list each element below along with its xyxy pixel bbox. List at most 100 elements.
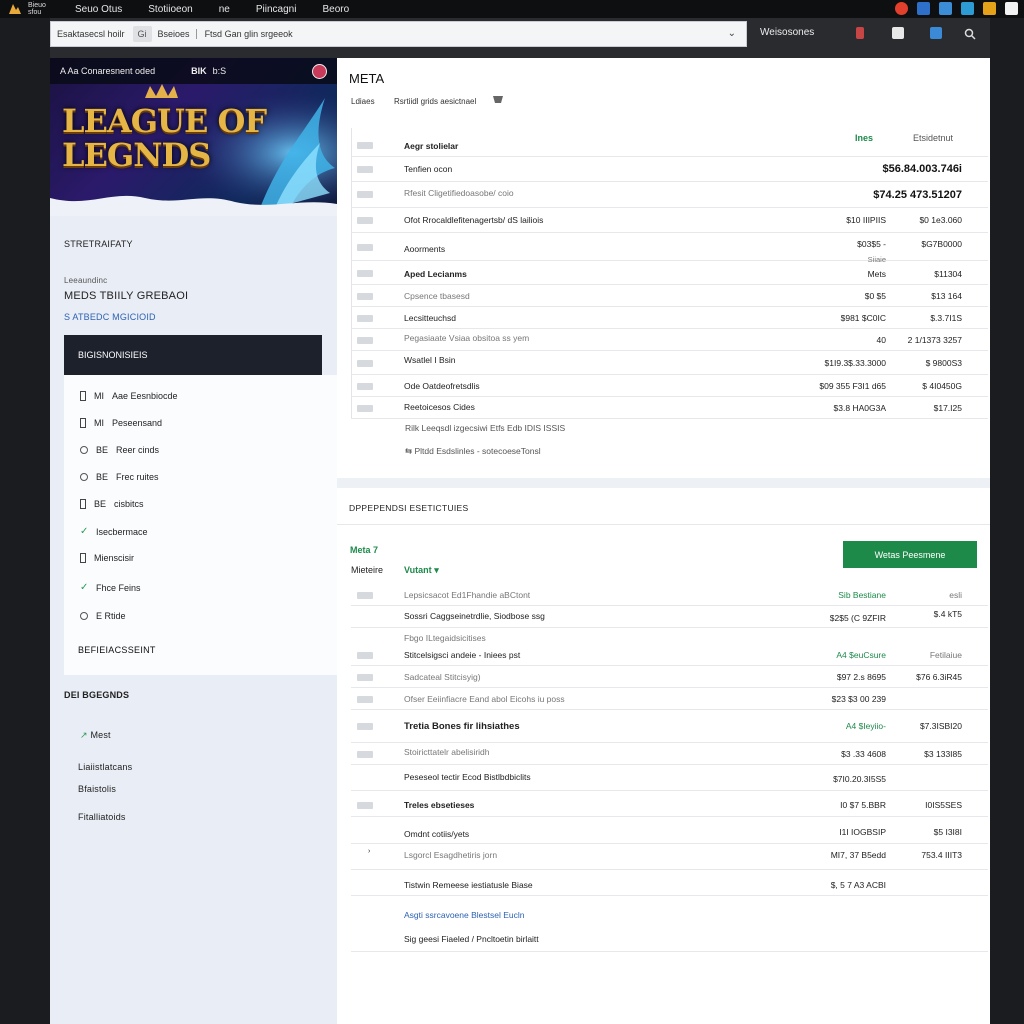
- dropdown-chevron-icon[interactable]: ⌄: [728, 28, 736, 39]
- checkbox-icon[interactable]: [80, 553, 86, 563]
- battery-icon[interactable]: [983, 2, 996, 15]
- row-value: $ 9800S3: [925, 358, 962, 368]
- filter-mark: MI: [94, 391, 104, 401]
- row-value: $7.3ISBI20: [919, 721, 962, 731]
- filter-item[interactable]: ✓ Fhce Feins: [80, 582, 141, 593]
- table-row[interactable]: Treles ebsetieses I0 $7 5.BBR I0IS5SES: [351, 791, 988, 817]
- os-menu-item[interactable]: Seuo Otus: [62, 4, 135, 15]
- section-title: DPPEPENDSI ESETICTUIES: [349, 503, 469, 513]
- search-icon[interactable]: [964, 27, 976, 40]
- filter-item[interactable]: BE cisbitcs: [80, 499, 144, 509]
- meta-value[interactable]: Vutant ▾: [404, 565, 439, 576]
- table-row[interactable]: Tenfien ocon $56.84.003.746i: [351, 157, 988, 182]
- table-row[interactable]: Aped Lecianms Mets $11304: [351, 261, 988, 285]
- meta-table: Aegr stolielar Tenfien ocon $56.84.003.7…: [351, 128, 988, 428]
- os-menu-item[interactable]: Stotiioeon: [135, 4, 205, 15]
- sidebar-link[interactable]: Bfaistolis: [78, 784, 116, 794]
- os-menu-item[interactable]: Beoro: [309, 4, 362, 15]
- filter-item[interactable]: BE Reer cinds: [80, 445, 159, 455]
- check-icon[interactable]: ✓: [80, 582, 88, 593]
- menu-extra-icon[interactable]: [1005, 2, 1018, 15]
- game-title-line: LEAGUE OF: [62, 102, 267, 140]
- main-content: META Ldiaes Rsrtiidl grids aesictnael In…: [337, 58, 990, 1024]
- table-row[interactable]: Stoiricttatelr abelisiridh $3 .33 4608 $…: [351, 743, 988, 765]
- address-bar[interactable]: Esaktasecsl hoilr Gi Bseioes Ftsd Gan gl…: [50, 21, 747, 47]
- table-row[interactable]: Omdnt cotiis/yets I1I IOGBSIP $5 I3I8I: [351, 817, 988, 844]
- row-label: Ofot Rrocaldlefitenagertsb/ dS lailiois: [404, 215, 544, 225]
- network-icon[interactable]: [917, 2, 930, 15]
- notification-icon[interactable]: [895, 2, 908, 15]
- row-value: Fetilaiue: [929, 650, 962, 660]
- checkbox-icon[interactable]: [80, 418, 86, 428]
- app-logo-icon[interactable]: [4, 1, 26, 17]
- filter-item[interactable]: MI Aae Eesnbiocde: [80, 391, 178, 401]
- table-row[interactable]: Ofser Eeiinfiacre Eand abol Eicohs iu po…: [351, 688, 988, 710]
- banner-subtitle: A Aa Conaresnent oded: [60, 66, 156, 76]
- check-icon[interactable]: ✓: [80, 526, 88, 537]
- table-row[interactable]: Reetoicesos Cides $3.8 HA0G3A $17.I25: [351, 397, 988, 419]
- footer-link[interactable]: ⇆ Pltdd Esdslinles - sotecoeseTonsl: [405, 446, 541, 457]
- filter-item[interactable]: BE Frec ruites: [80, 472, 159, 482]
- table-row[interactable]: Sadcateal Stitcisyig) $97 2.s 8695 $76 6…: [351, 666, 988, 688]
- meta-tag: Meta 7: [350, 545, 379, 555]
- table-row[interactable]: Cpsence tbasesd $0 $5 $13 164: [351, 285, 988, 307]
- profile-icon[interactable]: [856, 27, 864, 39]
- row-value: $11304: [934, 269, 962, 279]
- table-row[interactable]: Sossri Caggseinetrdlie, Siodbose ssg $2$…: [351, 606, 988, 628]
- row-icon: [357, 217, 373, 224]
- filter-item[interactable]: MI Peseensand: [80, 418, 162, 428]
- checkbox-icon[interactable]: [80, 391, 86, 401]
- filter-panel-header[interactable]: BIGISNONISIEIS: [64, 335, 322, 375]
- primary-action-button[interactable]: Wetas Peesmene: [843, 541, 977, 568]
- filter-footer[interactable]: BEFIEIACSSEINT: [78, 645, 156, 655]
- os-menu-item[interactable]: Piincagni: [243, 4, 310, 15]
- table-row[interactable]: Tistwin Remeese iestiatusle Biase $, 5 7…: [351, 870, 988, 896]
- row-label: Aoorments: [404, 244, 446, 254]
- sidebar-link[interactable]: Fitalliatoids: [78, 812, 126, 822]
- filter-item[interactable]: Mienscisir: [80, 553, 134, 563]
- table-row[interactable]: Asgti ssrcavoene Blestsel Eucln: [351, 896, 988, 924]
- stat-link[interactable]: S ATBEDC MGICIOID: [64, 312, 156, 322]
- filter-item[interactable]: ✓ Isecbermace: [80, 526, 148, 537]
- account-label[interactable]: Weisosones: [760, 27, 814, 38]
- table-row[interactable]: Aoorments $03$5 - $G7B0000 Siiaie: [351, 233, 988, 264]
- table-row[interactable]: Pegasiaate Vsiaa obsitoa ss yem 40 2 1/1…: [351, 329, 988, 351]
- expand-arrow-icon[interactable]: ›: [368, 848, 370, 855]
- table-row[interactable]: Tretia Bones fir lihsiathes A4 $Ieyiio- …: [351, 710, 988, 743]
- bluetooth-icon[interactable]: [939, 2, 952, 15]
- table-row[interactable]: Peseseol tectir Ecod Bistlbdbiclits $7I0…: [351, 765, 988, 791]
- banner-badge[interactable]: b:S: [213, 66, 227, 76]
- wifi-icon[interactable]: [961, 2, 974, 15]
- table-row[interactable]: Stitcelsigsci andeie - Iniees pst A4 $eu…: [351, 644, 988, 666]
- table-row[interactable]: Lepsicsacot Ed1Fhandie aBCtont Sib Besti…: [351, 584, 988, 606]
- filter-item[interactable]: E Rtide: [80, 611, 126, 621]
- filter-panel-title: BIGISNONISIEIS: [78, 350, 148, 360]
- row-link[interactable]: Asgti ssrcavoene Blestsel Eucln: [404, 910, 524, 920]
- row-value: $, 5 7 A3 ACBI: [830, 880, 886, 890]
- shop-bag-icon[interactable]: [930, 27, 942, 39]
- row-label: Wsatlel I Bsin: [404, 355, 456, 365]
- sidebar-link[interactable]: ↗ Mest: [80, 730, 111, 741]
- trophy-icon[interactable]: [492, 94, 504, 105]
- user-avatar-icon[interactable]: [312, 64, 327, 79]
- game-banner: A Aa Conaresnent oded BIK b:S LEAGUE OF …: [50, 58, 337, 216]
- table-row[interactable]: Lecsitteuchsd $981 $C0IC $.3.7I1S: [351, 307, 988, 329]
- table-row[interactable]: Wsatlel I Bsin $1I9.3$.33.3000 $ 9800S3: [351, 351, 988, 375]
- table-row[interactable]: Sig geesi Fiaeled / Pncltoetin birlaitt: [351, 924, 988, 952]
- table-row[interactable]: Fbgo ILtegaidsicitises: [351, 628, 988, 644]
- table-row[interactable]: Ofot Rrocaldlefitenagertsb/ dS lailiois …: [351, 208, 988, 233]
- radio-icon[interactable]: [80, 473, 88, 481]
- table-row[interactable]: › Lsgorcl Esagdhetiris jorn MI7, 37 B5ed…: [351, 844, 988, 870]
- row-icon: [357, 293, 373, 300]
- banner-badge[interactable]: BIK: [191, 66, 207, 76]
- os-menu-item[interactable]: ne: [206, 4, 243, 15]
- checkbox-icon[interactable]: [80, 499, 86, 509]
- row-label: Fbgo ILtegaidsicitises: [404, 633, 486, 643]
- radio-icon[interactable]: [80, 446, 88, 454]
- table-row[interactable]: Rfesit Cligetifiedoasobe/ coio $74.25 47…: [351, 182, 988, 208]
- bookmark-icon[interactable]: [892, 27, 904, 39]
- sidebar-link[interactable]: Liaiistlatcans: [78, 762, 132, 772]
- radio-icon[interactable]: [80, 612, 88, 620]
- table-row[interactable]: Ode Oatdeofretsdlis $09 355 F3I1 d65 $ 4…: [351, 375, 988, 397]
- table-row[interactable]: Aegr stolielar: [351, 132, 988, 157]
